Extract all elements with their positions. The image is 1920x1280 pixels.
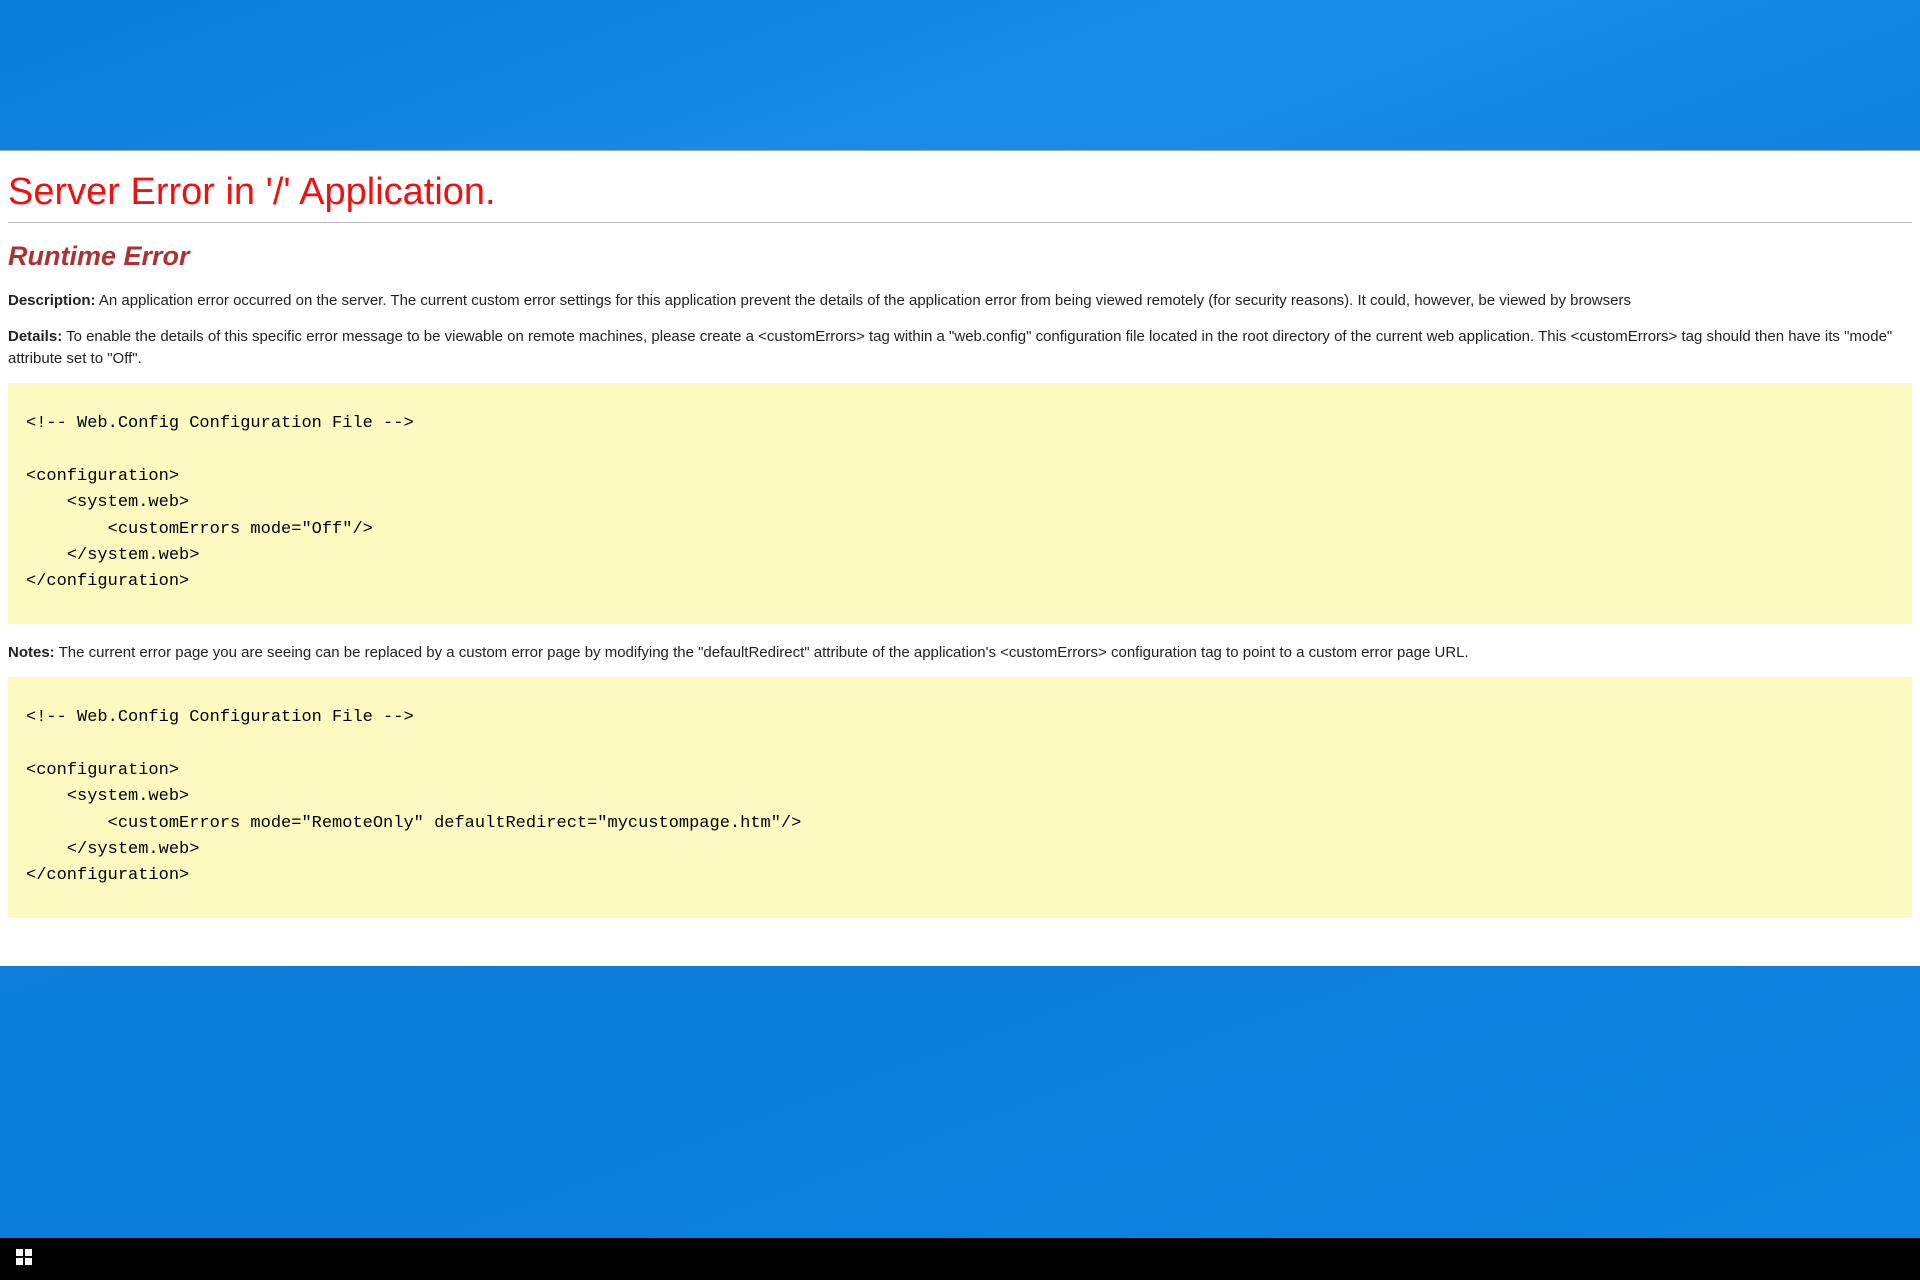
notes-paragraph: Notes: The current error page you are se… [8, 642, 1912, 664]
start-button[interactable] [0, 1238, 48, 1280]
description-label: Description: [8, 292, 96, 309]
details-paragraph: Details: To enable the details of this s… [8, 326, 1912, 370]
page-title: Server Error in '/' Application. [8, 171, 1920, 214]
details-label: Details: [8, 328, 62, 345]
description-text: An application error occurred on the ser… [96, 292, 1631, 309]
desktop-background: Server Error in '/' Application. Runtime… [0, 0, 1920, 1280]
config-code-block-2: <!-- Web.Config Configuration File --> <… [8, 677, 1912, 917]
config-code-block-1: <!-- Web.Config Configuration File --> <… [8, 383, 1912, 623]
taskbar[interactable] [0, 1238, 1920, 1280]
title-divider [8, 222, 1912, 223]
details-text: To enable the details of this specific e… [8, 328, 1892, 367]
description-paragraph: Description: An application error occurr… [8, 290, 1912, 312]
notes-label: Notes: [8, 644, 55, 661]
error-page-window: Server Error in '/' Application. Runtime… [0, 150, 1920, 966]
notes-text: The current error page you are seeing ca… [55, 644, 1469, 661]
windows-logo-icon [16, 1249, 32, 1270]
error-subtitle: Runtime Error [8, 241, 1920, 272]
